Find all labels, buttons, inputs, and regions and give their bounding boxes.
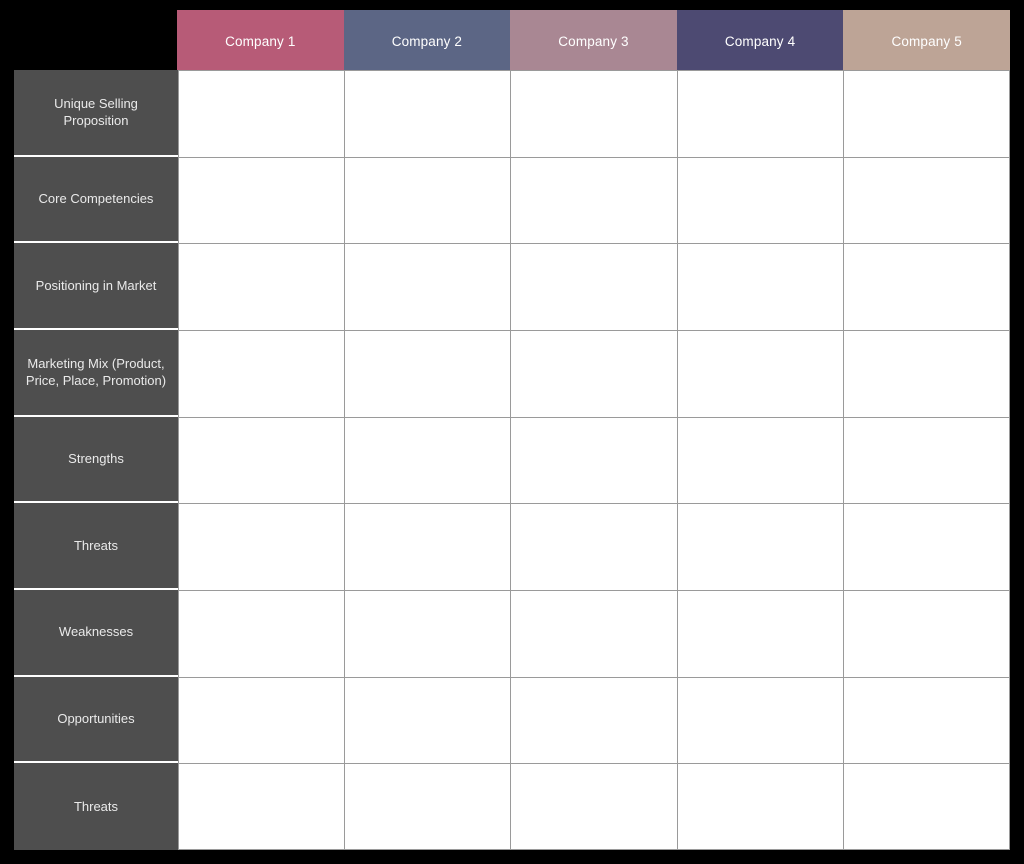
column-header-company-2[interactable]: Company 2	[343, 10, 511, 74]
row-header-label[interactable]: Strengths	[14, 416, 178, 504]
matrix-cell-r1-c1[interactable]	[179, 71, 346, 157]
matrix-cell-r8-c5[interactable]	[843, 677, 1011, 764]
matrix-cell-r5-c2[interactable]	[345, 417, 512, 504]
matrix-cell-r9-c3[interactable]	[511, 764, 678, 849]
matrix-cell-r8-c4[interactable]	[677, 677, 844, 764]
row-header-label[interactable]: Positioning in Market	[14, 243, 178, 330]
matrix-cell-r4-c3[interactable]	[511, 330, 678, 417]
matrix-cell-r4-c1[interactable]	[179, 330, 346, 417]
column-header-company-1[interactable]: Company 1	[177, 10, 344, 74]
matrix-row: Strengths	[14, 416, 1011, 504]
matrix-cell-r8-c1[interactable]	[179, 677, 346, 764]
row-cells	[178, 329, 1011, 417]
matrix-cell-r2-c2[interactable]	[345, 157, 512, 244]
matrix-cell-r6-c1[interactable]	[179, 504, 346, 590]
matrix-cell-r7-c5[interactable]	[843, 590, 1011, 677]
column-header-label: Company 2	[391, 33, 463, 49]
matrix-cell-r6-c2[interactable]	[345, 504, 512, 590]
column-header-label: Company 5	[891, 33, 962, 49]
row-cells	[178, 70, 1011, 157]
matrix-cell-r6-c4[interactable]	[677, 504, 844, 590]
row-header-label[interactable]: Threats	[14, 503, 178, 590]
matrix-cell-r1-c4[interactable]	[677, 71, 844, 157]
row-header-label[interactable]: Unique Selling Proposition	[14, 70, 178, 157]
matrix-cell-r7-c3[interactable]	[511, 590, 678, 677]
matrix-cell-r1-c2[interactable]	[345, 71, 512, 157]
matrix-cell-r2-c5[interactable]	[843, 157, 1011, 244]
matrix-row: Positioning in Market	[14, 243, 1011, 330]
row-header-label[interactable]: Marketing Mix (Product, Price, Place, Pr…	[14, 329, 178, 417]
matrix-cell-r8-c3[interactable]	[511, 677, 678, 764]
row-cells	[178, 676, 1011, 764]
matrix-cell-r3-c5[interactable]	[843, 244, 1011, 330]
matrix-cell-r9-c4[interactable]	[677, 764, 844, 849]
row-header-label[interactable]: Core Competencies	[14, 156, 178, 244]
column-header-company-4[interactable]: Company 4	[676, 10, 844, 74]
matrix-cell-r9-c5[interactable]	[843, 764, 1011, 849]
column-header-company-3[interactable]: Company 3	[510, 10, 677, 74]
matrix-cell-r2-c3[interactable]	[511, 157, 678, 244]
matrix-cell-r2-c4[interactable]	[677, 157, 844, 244]
matrix-cell-r5-c4[interactable]	[677, 417, 844, 504]
column-header-company-5[interactable]: Company 5	[843, 10, 1010, 74]
row-header-label[interactable]: Weaknesses	[14, 589, 178, 677]
row-cells	[178, 763, 1011, 850]
matrix-cell-r9-c2[interactable]	[345, 764, 512, 849]
matrix-cell-r3-c1[interactable]	[179, 244, 346, 330]
matrix-cell-r9-c1[interactable]	[179, 764, 346, 849]
matrix-cell-r8-c2[interactable]	[345, 677, 512, 764]
matrix-cell-r4-c4[interactable]	[677, 330, 844, 417]
matrix-row: Weaknesses	[14, 589, 1011, 677]
matrix-row: Opportunities	[14, 676, 1011, 764]
row-cells	[178, 589, 1011, 677]
matrix-cell-r3-c3[interactable]	[511, 244, 678, 330]
matrix-cell-r1-c3[interactable]	[511, 71, 678, 157]
matrix-row: Unique Selling Proposition	[14, 70, 1011, 157]
row-cells	[178, 416, 1011, 504]
matrix-cell-r3-c2[interactable]	[345, 244, 512, 330]
matrix-cell-r5-c1[interactable]	[179, 417, 346, 504]
competitor-comparison-matrix: Company 1 Company 2 Company 3 Company 4 Comp…	[0, 0, 1024, 864]
matrix-row: Core Competencies	[14, 156, 1011, 244]
row-cells	[178, 243, 1011, 330]
row-cells	[178, 503, 1011, 590]
column-header-label: Company 1	[225, 33, 296, 49]
row-cells	[178, 156, 1011, 244]
matrix-cell-r7-c2[interactable]	[345, 590, 512, 677]
matrix-cell-r7-c4[interactable]	[677, 590, 844, 677]
matrix-cell-r4-c5[interactable]	[843, 330, 1011, 417]
matrix-cell-r5-c5[interactable]	[843, 417, 1011, 504]
matrix-cell-r2-c1[interactable]	[179, 157, 346, 244]
matrix-cell-r4-c2[interactable]	[345, 330, 512, 417]
matrix-cell-r7-c1[interactable]	[179, 590, 346, 677]
matrix-body: Unique Selling Proposition Core Competenc…	[14, 70, 1011, 856]
matrix-row: Marketing Mix (Product, Price, Place, Pr…	[14, 329, 1011, 417]
matrix-cell-r5-c3[interactable]	[511, 417, 678, 504]
column-header-label: Company 3	[558, 33, 629, 49]
matrix-cell-r6-c3[interactable]	[511, 504, 678, 590]
matrix-row: Threats	[14, 763, 1011, 850]
matrix-header-row: Company 1 Company 2 Company 3 Company 4 Comp…	[177, 10, 1010, 74]
matrix-cell-r1-c5[interactable]	[843, 71, 1011, 157]
row-header-label[interactable]: Threats	[14, 763, 178, 850]
column-header-label: Company 4	[724, 33, 796, 49]
row-header-label[interactable]: Opportunities	[14, 676, 178, 764]
matrix-cell-r6-c5[interactable]	[843, 504, 1011, 590]
matrix-row: Threats	[14, 503, 1011, 590]
matrix-cell-r3-c4[interactable]	[677, 244, 844, 330]
